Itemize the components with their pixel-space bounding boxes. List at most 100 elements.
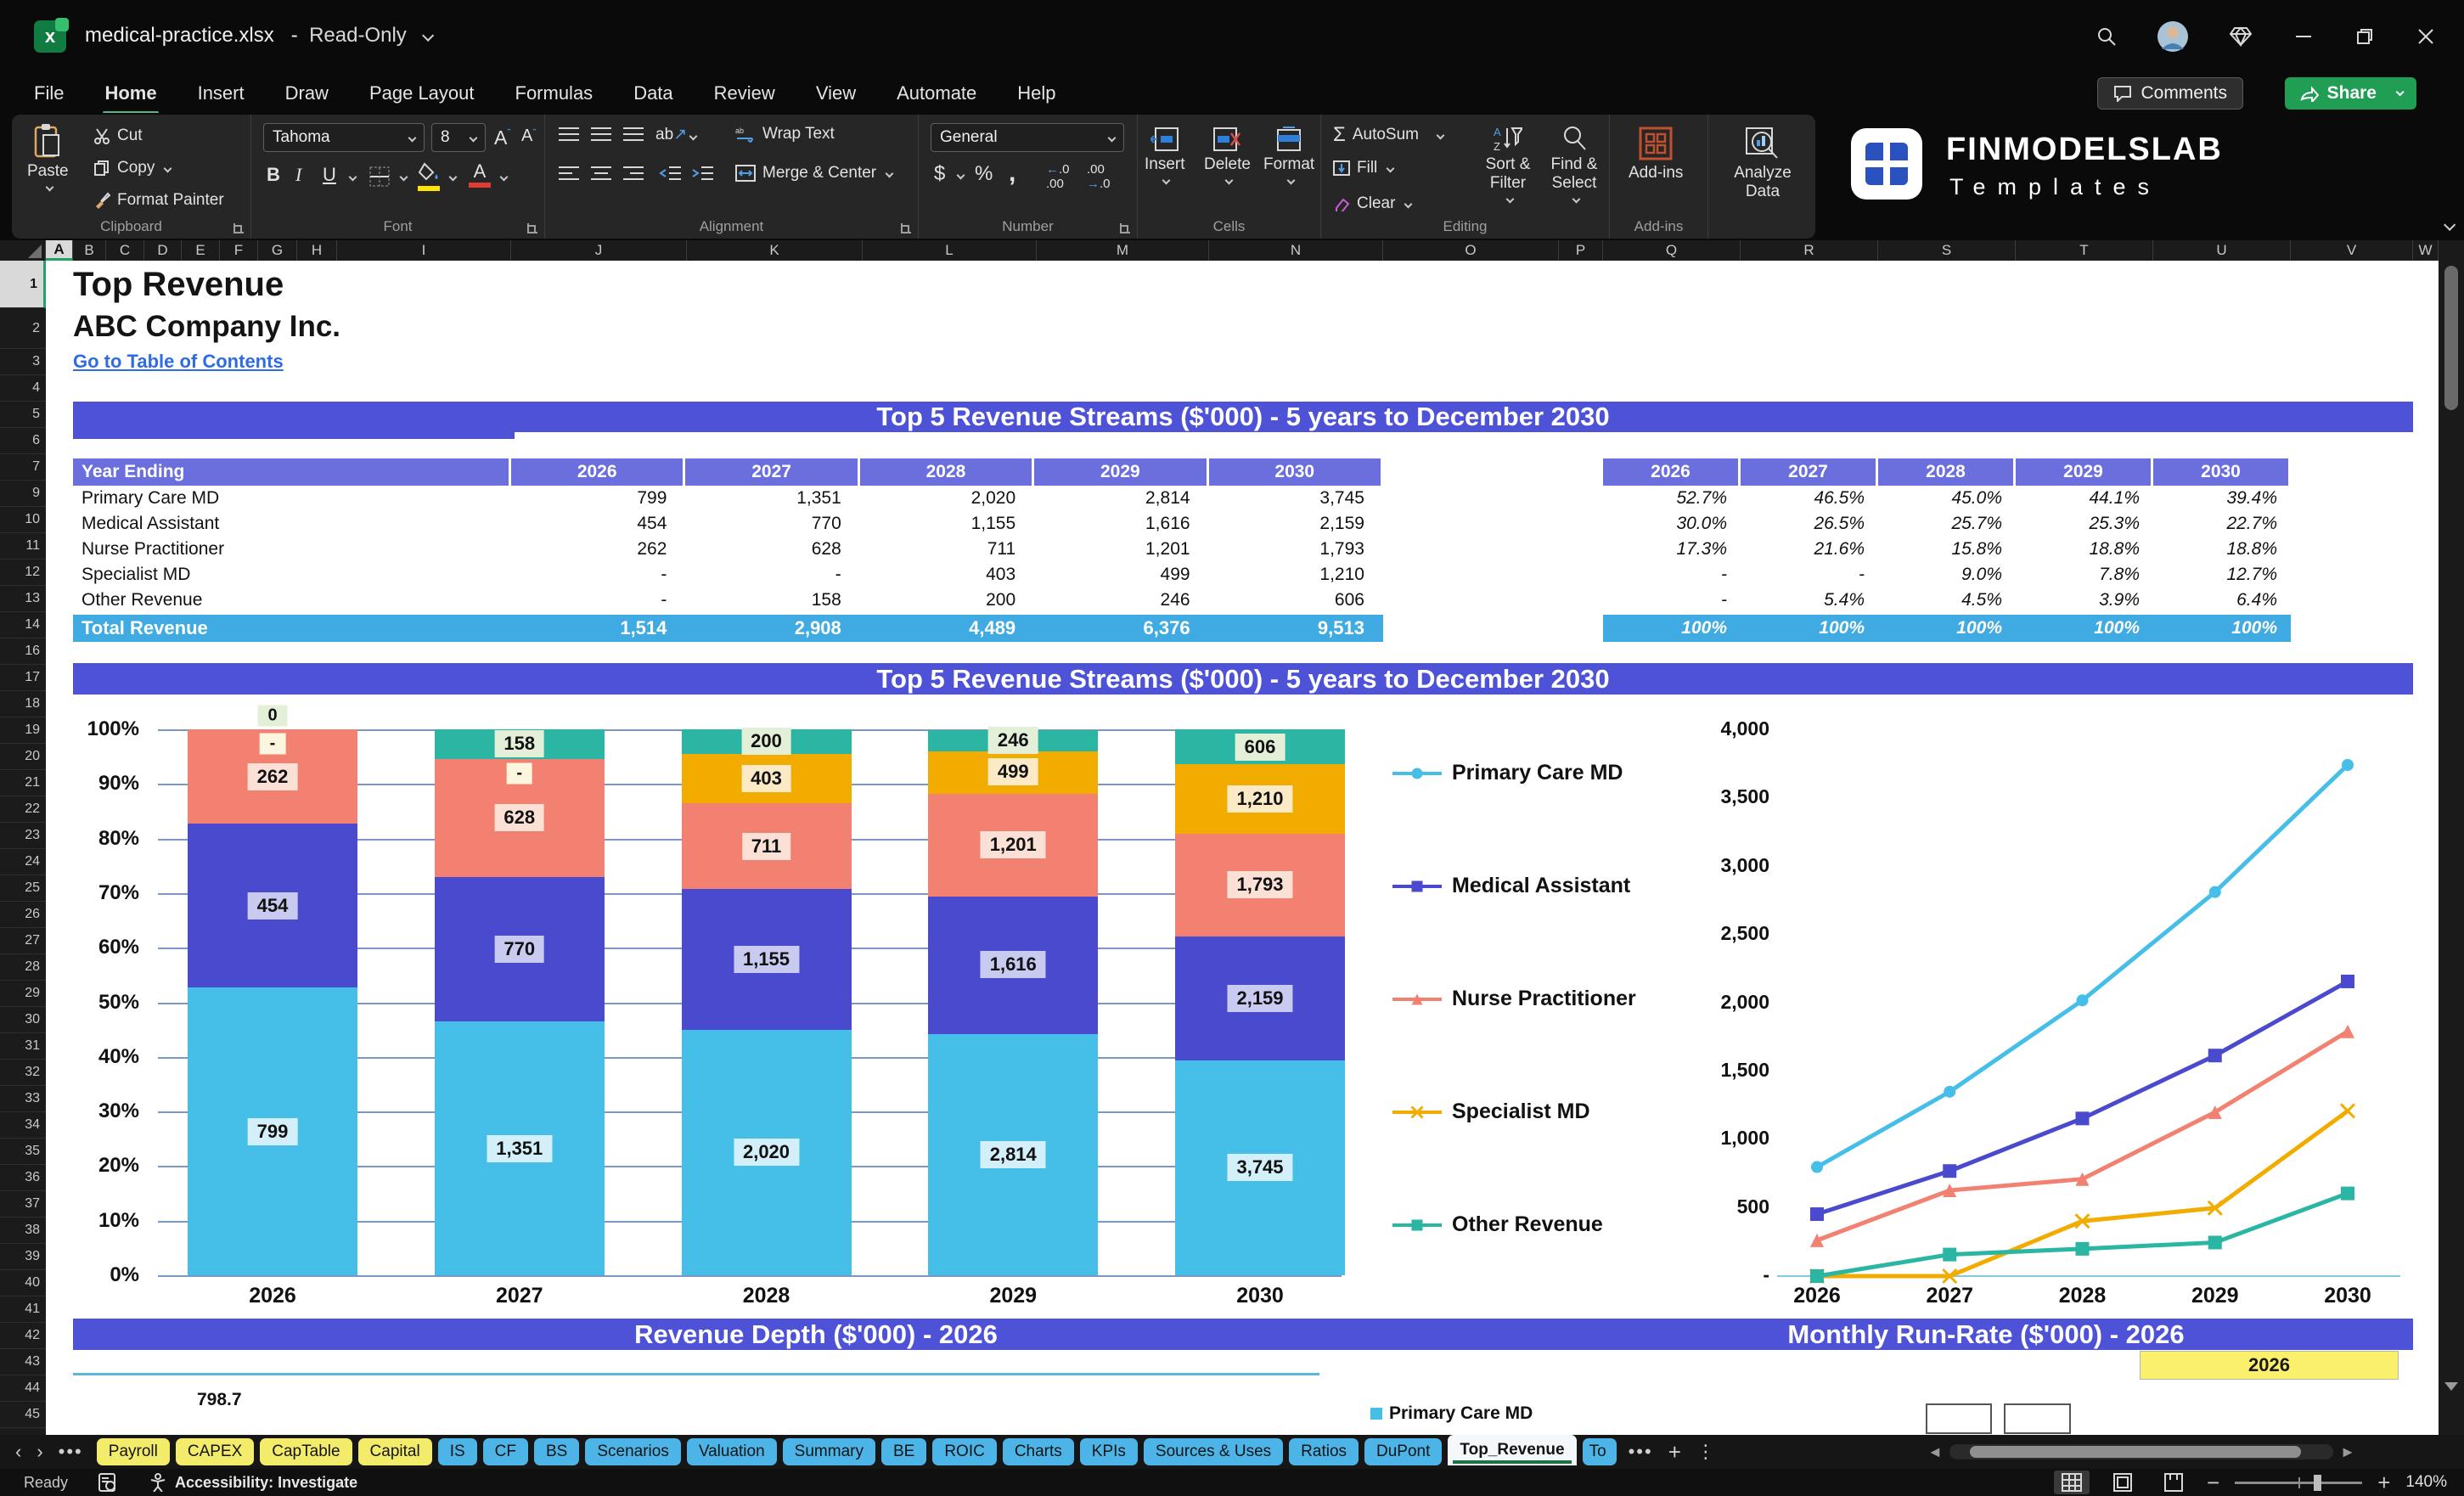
restore-button[interactable] xyxy=(2347,19,2382,54)
decrease-indent-icon[interactable] xyxy=(659,164,683,184)
zoom-slider[interactable] xyxy=(2235,1482,2362,1484)
clipboard-dialog-launcher[interactable] xyxy=(233,223,244,233)
page-layout-view-button[interactable] xyxy=(2105,1471,2141,1494)
font-dialog-launcher[interactable] xyxy=(527,223,537,233)
menu-tab-file[interactable]: File xyxy=(32,79,65,108)
sheet-options-button[interactable]: ⋮ xyxy=(1696,1441,1715,1463)
sheet-tab-sources-uses[interactable]: Sources & Uses xyxy=(1144,1438,1283,1465)
menu-tab-home[interactable]: Home xyxy=(103,79,158,108)
pct-cell[interactable]: 9.0% xyxy=(1878,562,2016,588)
row-header-20[interactable]: 20 xyxy=(0,744,46,770)
row-header-29[interactable]: 29 xyxy=(0,981,46,1007)
grow-font-button[interactable]: Aˆ xyxy=(494,127,511,149)
table-cell[interactable]: 262 xyxy=(511,537,685,562)
column-header-I[interactable]: I xyxy=(337,240,511,261)
column-header-G[interactable]: G xyxy=(258,240,297,261)
row-header-4[interactable]: 4 xyxy=(0,375,46,402)
legend-item-medical-assistant[interactable]: Medical Assistant xyxy=(1392,874,1630,898)
close-button[interactable] xyxy=(2408,19,2444,54)
row-header-18[interactable]: 18 xyxy=(0,691,46,717)
percent-button[interactable]: % xyxy=(975,162,993,186)
table-cell[interactable]: 1,155 xyxy=(860,511,1034,537)
column-header-D[interactable]: D xyxy=(144,240,182,261)
align-right-icon[interactable] xyxy=(622,164,645,184)
menu-tab-data[interactable]: Data xyxy=(632,79,674,108)
align-center-icon[interactable] xyxy=(589,164,613,184)
pct-cell[interactable]: 7.8% xyxy=(2016,562,2153,588)
sheet-tab-kpis[interactable]: KPIs xyxy=(1080,1438,1138,1465)
column-header-V[interactable]: V xyxy=(2291,240,2413,261)
row-headers[interactable]: 1234567910111213141617181920212223242526… xyxy=(0,261,46,1435)
pct-cell[interactable]: 18.8% xyxy=(2153,537,2291,562)
sheet-tab-dupont[interactable]: DuPont xyxy=(1364,1438,1442,1465)
clear-button[interactable]: Clear xyxy=(1333,194,1411,213)
column-header-A[interactable]: A xyxy=(46,240,73,261)
avatar[interactable] xyxy=(2155,19,2191,54)
pct-cell[interactable]: 3.9% xyxy=(2016,588,2153,613)
menu-tab-insert[interactable]: Insert xyxy=(196,79,246,108)
cut-button[interactable]: Cut xyxy=(93,127,143,145)
analyze-data-button[interactable]: Analyze Data xyxy=(1724,127,1802,201)
align-bottom-icon[interactable] xyxy=(622,125,645,145)
insert-cells-button[interactable]: Insert xyxy=(1145,127,1185,183)
row-header-14[interactable]: 14 xyxy=(0,612,46,638)
vertical-scrollbar[interactable] xyxy=(2439,240,2464,1435)
row-header-30[interactable]: 30 xyxy=(0,1007,46,1033)
table-cell[interactable]: 628 xyxy=(685,537,859,562)
zoom-in-button[interactable]: + xyxy=(2377,1470,2390,1496)
menu-tab-draw[interactable]: Draw xyxy=(284,79,330,108)
legend-item-other-revenue[interactable]: Other Revenue xyxy=(1392,1212,1603,1237)
font-family-select[interactable]: Tahoma xyxy=(263,123,425,152)
sheet-tab-ratios[interactable]: Ratios xyxy=(1289,1438,1359,1465)
row-header-6[interactable]: 6 xyxy=(0,428,46,454)
sort-filter-button[interactable]: AZ Sort & Filter xyxy=(1476,125,1540,202)
scroll-left-button[interactable]: ◄ xyxy=(1921,1443,1949,1461)
table-cell[interactable]: 1,351 xyxy=(685,486,859,511)
accessibility-status[interactable]: Accessibility: Investigate xyxy=(149,1473,357,1492)
borders-icon[interactable] xyxy=(368,166,391,188)
table-cell[interactable]: 403 xyxy=(860,562,1034,588)
zoom-slider-knob[interactable] xyxy=(2314,1475,2321,1491)
font-color-menu[interactable] xyxy=(500,173,509,182)
row-header-17[interactable]: 17 xyxy=(0,665,46,691)
table-cell[interactable]: 3,745 xyxy=(1209,486,1383,511)
year-select-cell[interactable]: 2026 xyxy=(2140,1351,2399,1380)
pct-cell[interactable]: 6.4% xyxy=(2153,588,2291,613)
scroll-down-button[interactable] xyxy=(2439,1370,2464,1403)
number-dialog-launcher[interactable] xyxy=(1120,223,1130,233)
column-header-U[interactable]: U xyxy=(2153,240,2291,261)
table-cell[interactable]: 246 xyxy=(1034,588,1208,613)
format-cells-button[interactable]: Format xyxy=(1263,127,1314,183)
macro-record-icon[interactable] xyxy=(98,1473,119,1492)
menu-tab-automate[interactable]: Automate xyxy=(895,79,978,108)
pct-cell[interactable]: 44.1% xyxy=(2016,486,2153,511)
zoom-level[interactable]: 140% xyxy=(2405,1473,2447,1492)
column-header-J[interactable]: J xyxy=(511,240,687,261)
row-header-27[interactable]: 27 xyxy=(0,928,46,954)
column-header-O[interactable]: O xyxy=(1383,240,1559,261)
page-break-view-button[interactable] xyxy=(2156,1471,2191,1494)
row-header-35[interactable]: 35 xyxy=(0,1139,46,1165)
row-header-45[interactable]: 45 xyxy=(0,1402,46,1428)
wrap-text-button[interactable]: ab Wrap Text xyxy=(735,125,835,143)
sheet-tab-capital[interactable]: Capital xyxy=(358,1438,432,1465)
row-header-5[interactable]: 5 xyxy=(0,402,46,428)
row-header-22[interactable]: 22 xyxy=(0,796,46,823)
sheet-canvas[interactable]: Top Revenue ABC Company Inc. Go to Table… xyxy=(46,261,2439,1435)
paste-button[interactable]: Paste xyxy=(27,123,69,190)
align-middle-icon[interactable] xyxy=(589,125,613,145)
table-cell[interactable]: 499 xyxy=(1034,562,1208,588)
table-cell[interactable]: 1,793 xyxy=(1209,537,1383,562)
sheet-tab-to[interactable]: To xyxy=(1583,1438,1617,1465)
column-header-B[interactable]: B xyxy=(73,240,106,261)
addins-button[interactable]: Add-ins xyxy=(1629,127,1683,183)
pct-cell[interactable]: 18.8% xyxy=(2016,537,2153,562)
orientation-button[interactable]: ab↗ xyxy=(655,125,696,144)
column-header-M[interactable]: M xyxy=(1037,240,1209,261)
align-top-icon[interactable] xyxy=(557,125,581,145)
more-sheets-button[interactable]: ••• xyxy=(1629,1441,1653,1463)
row-header-43[interactable]: 43 xyxy=(0,1349,46,1375)
copy-button[interactable]: Copy xyxy=(93,159,171,177)
new-sheet-button[interactable]: + xyxy=(1668,1439,1681,1465)
tab-list-menu[interactable]: ••• xyxy=(59,1441,83,1463)
